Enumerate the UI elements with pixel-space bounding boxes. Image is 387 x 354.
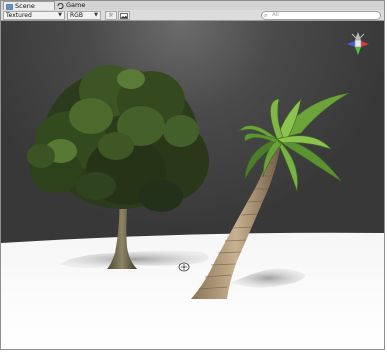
scene-toolbar: Textured ▼ RGB ▼ ☼ ⌕ All bbox=[1, 10, 384, 21]
scene-viewport[interactable] bbox=[1, 21, 384, 349]
move-tool-cursor-icon[interactable] bbox=[178, 262, 190, 272]
lighting-toggle-button[interactable]: ☼ bbox=[105, 11, 117, 20]
game-icon bbox=[57, 2, 64, 9]
tab-scene-label: Scene bbox=[15, 2, 35, 10]
tab-game[interactable]: Game bbox=[55, 1, 107, 10]
ground-plane bbox=[1, 232, 384, 349]
color-mode-dropdown[interactable]: RGB ▼ bbox=[67, 11, 101, 20]
color-mode-value: RGB bbox=[70, 12, 83, 19]
search-field[interactable]: ⌕ All bbox=[261, 11, 381, 20]
lighting-toggle-icon: ☼ bbox=[108, 12, 114, 19]
dropdown-arrow-icon: ▼ bbox=[58, 12, 62, 18]
scene-window: Scene Game Textured ▼ RGB ▼ ☼ ⌕ All bbox=[0, 0, 385, 350]
search-placeholder: All bbox=[272, 12, 279, 18]
image-effects-icon bbox=[120, 12, 128, 19]
search-icon: ⌕ bbox=[264, 12, 268, 19]
tab-game-label: Game bbox=[66, 1, 86, 9]
scene-icon bbox=[6, 3, 13, 10]
render-mode-value: Textured bbox=[6, 12, 32, 19]
dropdown-arrow-icon: ▼ bbox=[94, 12, 98, 18]
image-effects-button[interactable] bbox=[118, 11, 130, 20]
render-mode-dropdown[interactable]: Textured ▼ bbox=[3, 11, 65, 20]
